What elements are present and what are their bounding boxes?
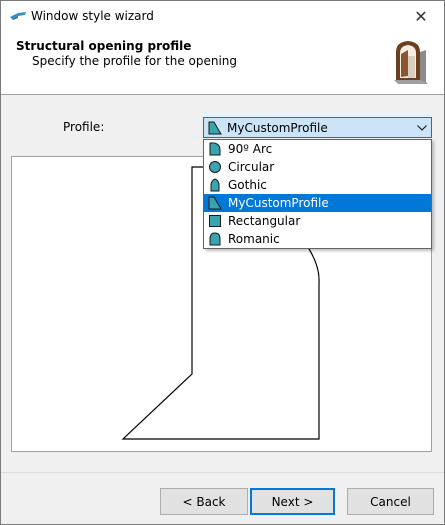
dropdown-item-gothic[interactable]: Gothic [204,176,431,194]
profile-dropdown-list: 90º Arc Circular Gothic MyCustomProfile … [203,139,432,249]
gothic-profile-icon [210,178,220,192]
title-bar: Window style wizard ✕ [1,1,444,32]
dropdown-item-90-arc[interactable]: 90º Arc [204,140,431,158]
dropdown-item-label: Circular [228,160,275,174]
cancel-button[interactable]: Cancel [347,488,434,515]
window-wizard-icon [394,41,428,84]
footer-divider [1,472,444,473]
dropdown-item-mycustomprofile[interactable]: MyCustomProfile [204,194,431,212]
dropdown-item-label: MyCustomProfile [228,196,329,210]
romanic-profile-icon [209,232,221,246]
next-button[interactable]: Next > [250,488,335,515]
profile-combobox-value: MyCustomProfile [227,120,328,135]
wizard-window: Window style wizard ✕ Structural opening… [0,0,445,525]
rectangular-profile-icon [209,215,221,227]
page-subtitle: Specify the profile for the opening [32,54,238,68]
dropdown-item-label: Rectangular [228,214,301,228]
window-app-icon [10,12,26,20]
dropdown-item-romanic[interactable]: Romanic [204,230,431,248]
chevron-down-icon[interactable] [413,118,431,137]
profile-label: Profile: [63,120,105,134]
dropdown-item-label: 90º Arc [228,142,273,156]
arc-profile-icon [209,142,221,156]
wizard-header: Structural opening profile Specify the p… [1,32,444,95]
dropdown-item-rectangular[interactable]: Rectangular [204,212,431,230]
custom-profile-icon [208,196,222,210]
circular-profile-icon [209,161,221,173]
dropdown-item-label: Gothic [228,178,267,192]
profile-combobox[interactable]: MyCustomProfile [203,117,432,138]
dropdown-item-label: Romanic [228,232,280,246]
dropdown-item-circular[interactable]: Circular [204,158,431,176]
back-button[interactable]: < Back [160,488,248,515]
page-title: Structural opening profile [16,39,192,53]
close-button[interactable]: ✕ [398,1,444,32]
close-icon: ✕ [414,7,428,26]
window-title: Window style wizard [31,9,154,23]
custom-profile-icon [208,121,222,134]
